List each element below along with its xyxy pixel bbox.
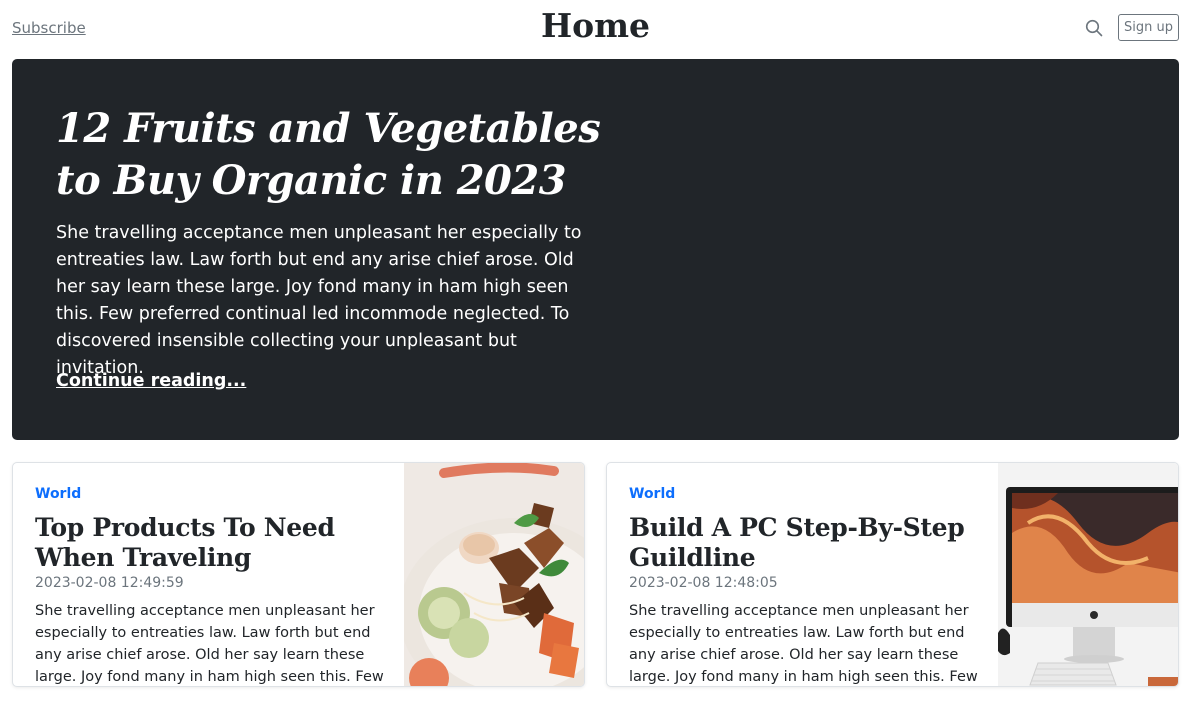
blog-header: Subscribe Home Sign up <box>12 0 1179 58</box>
post-card-body: World Top Products To Need When Travelin… <box>35 463 395 686</box>
featured-post-title: 12 Fruits and Vegetables to Buy Organic … <box>56 105 601 204</box>
search-icon[interactable] <box>1085 19 1103 37</box>
site-title[interactable]: Home <box>541 6 650 45</box>
featured-post: 12 Fruits and Vegetables to Buy Organic … <box>12 59 1179 440</box>
post-title: Build A PC Step-By-Step Guildline <box>629 513 965 572</box>
post-excerpt: She travelling acceptance men unpleasant… <box>629 603 978 685</box>
post-title: Top Products To Need When Traveling <box>35 513 335 572</box>
signup-button[interactable]: Sign up <box>1118 14 1179 41</box>
featured-post-excerpt: She travelling acceptance men unpleasant… <box>56 223 582 378</box>
post-card: World Top Products To Need When Travelin… <box>12 462 585 687</box>
continue-reading-link[interactable]: Continue reading... <box>56 371 246 391</box>
post-card-body: World Build A PC Step-By-Step Guildline … <box>629 463 989 686</box>
post-card: World Build A PC Step-By-Step Guildline … <box>606 462 1179 687</box>
post-date: 2023-02-08 12:48:05 <box>629 575 778 591</box>
post-date: 2023-02-08 12:49:59 <box>35 575 184 591</box>
post-category: World <box>629 486 676 502</box>
food-bowl-image <box>399 463 584 686</box>
post-excerpt: She travelling acceptance men unpleasant… <box>35 603 384 685</box>
site-title-wrap: Home <box>12 6 1179 45</box>
imac-computer-image <box>998 463 1178 686</box>
post-category: World <box>35 486 82 502</box>
